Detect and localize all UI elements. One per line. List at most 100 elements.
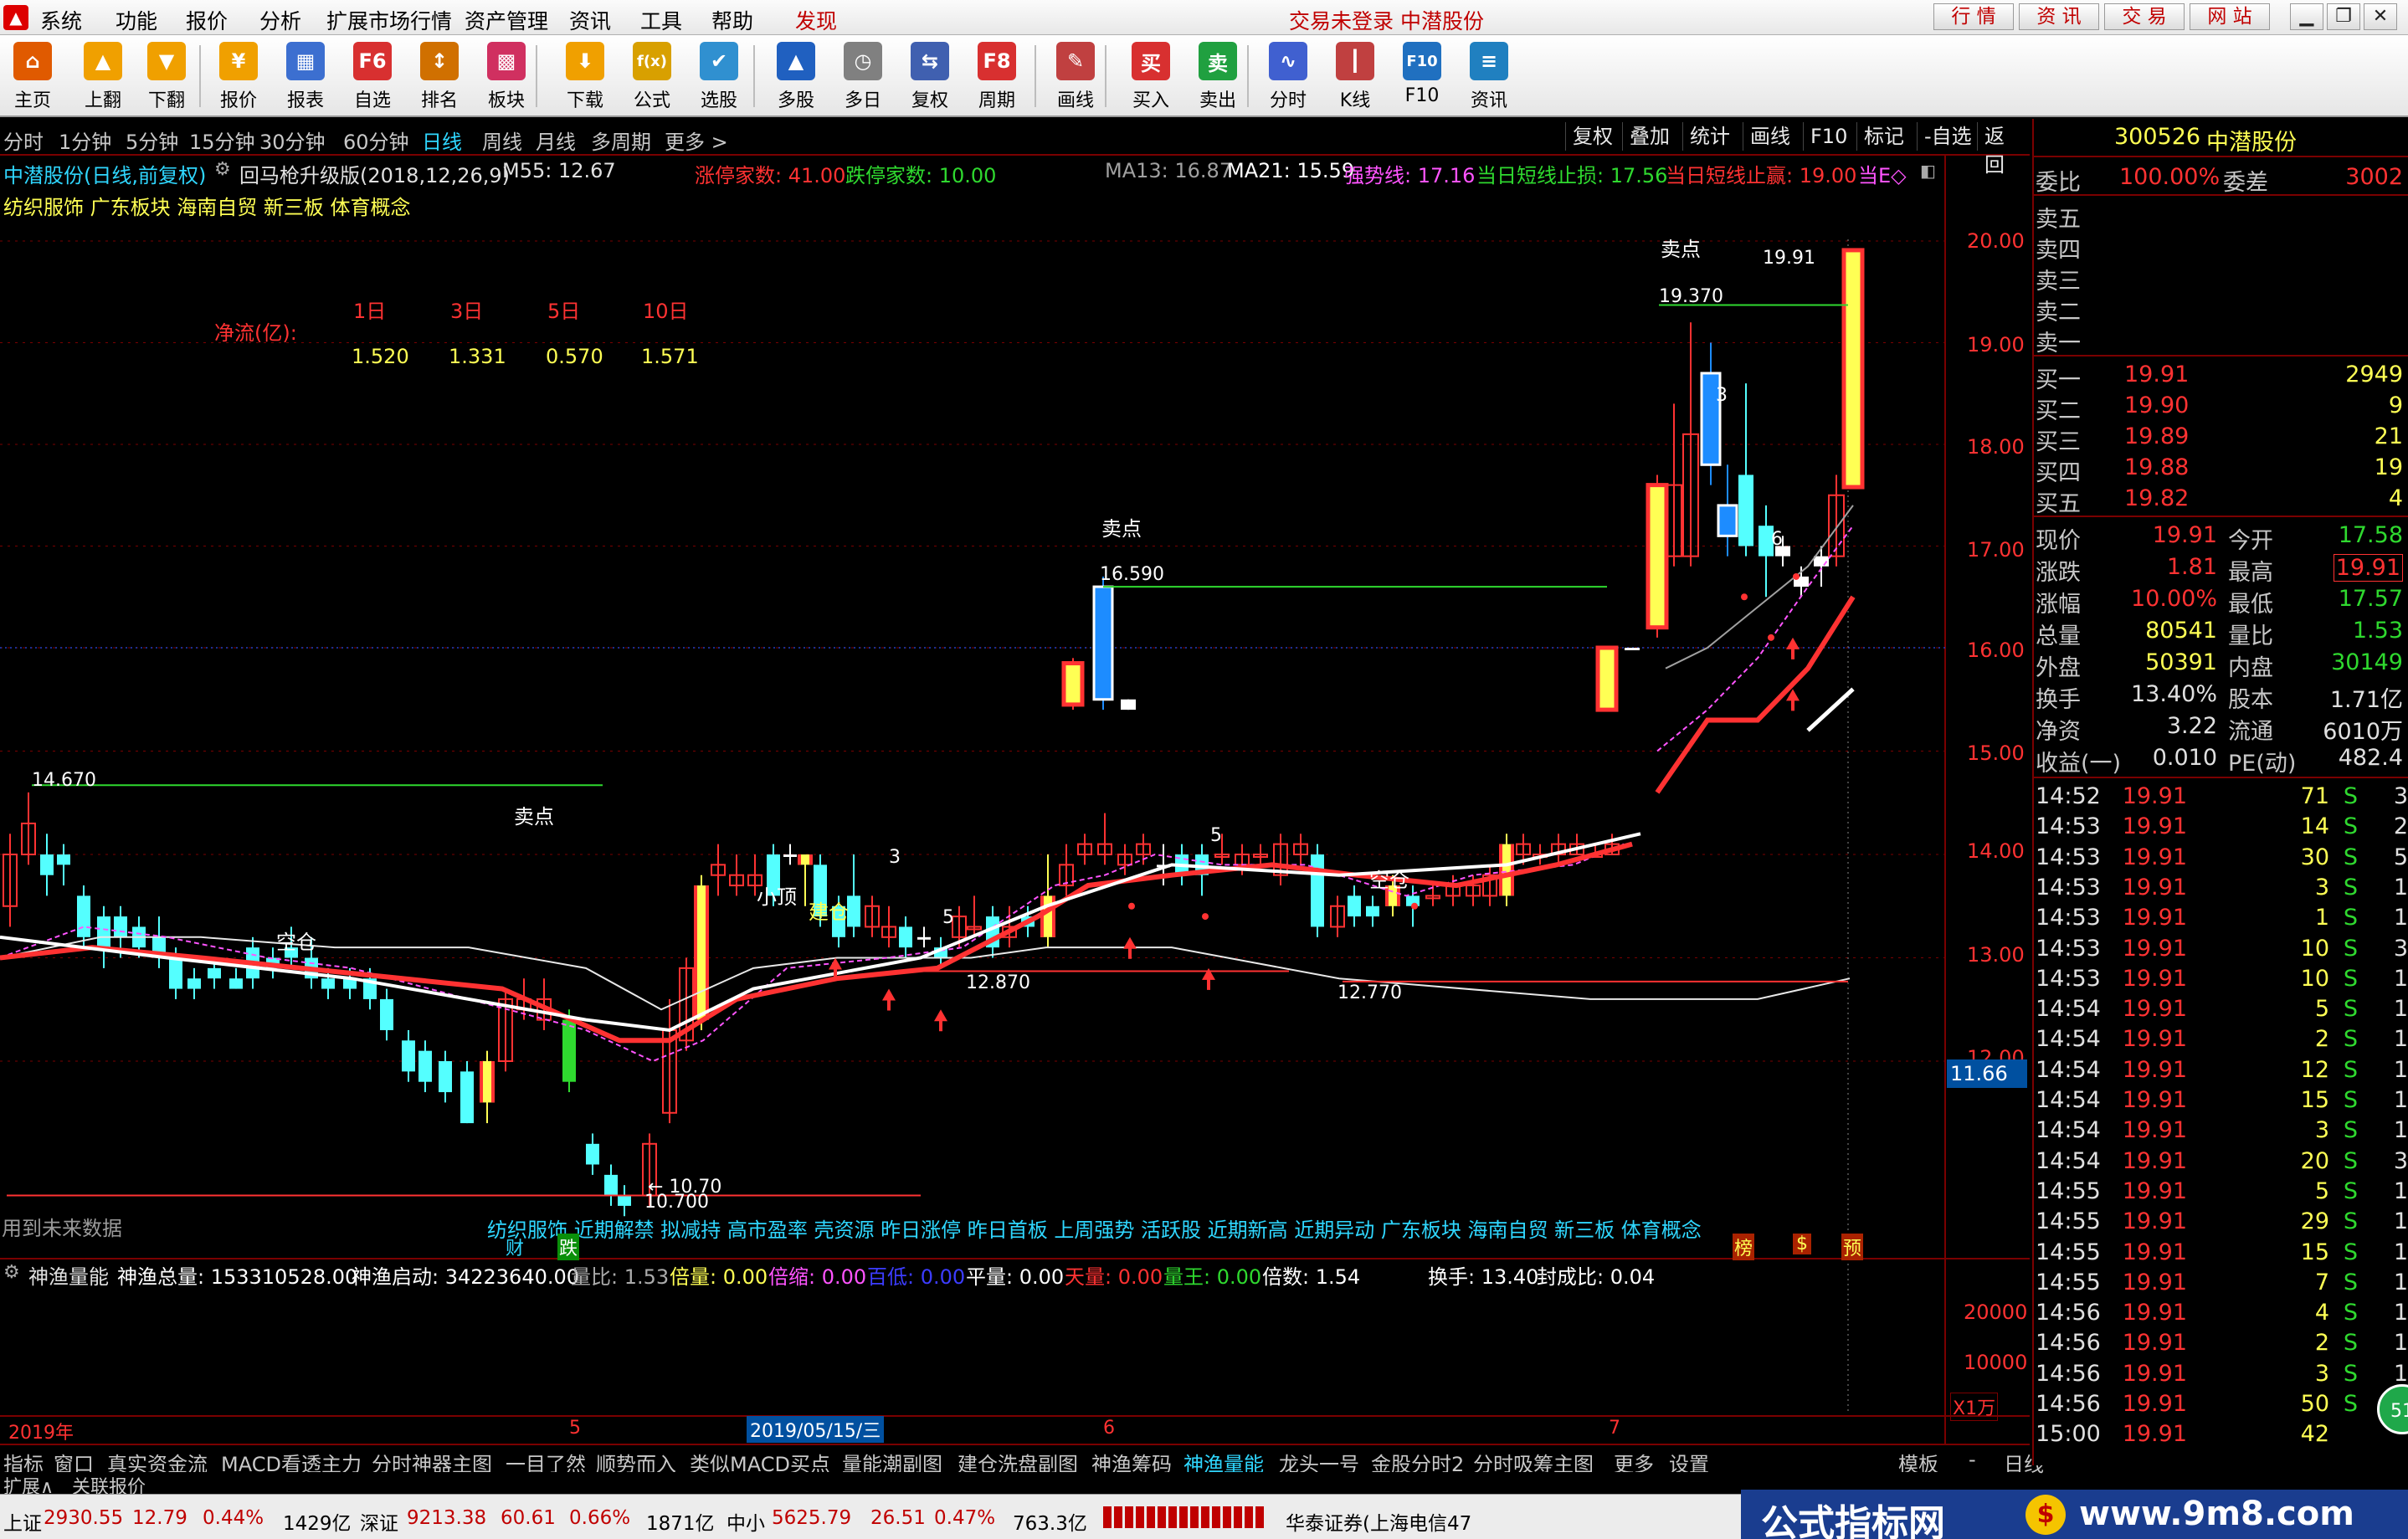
chart-button[interactable]: 画线 xyxy=(1743,122,1797,151)
toolbar-buy-button[interactable]: 买买入 xyxy=(1120,38,1182,114)
stock-header[interactable]: 300526 中潜股份 xyxy=(2034,122,2408,156)
chart-button[interactable]: F10 xyxy=(1803,122,1854,151)
volume-settings-icon[interactable]: ⚙ xyxy=(3,1262,20,1283)
chart-button[interactable]: 统计 xyxy=(1682,122,1737,151)
tick-row[interactable]: 14:56 19.91 2 S 1 xyxy=(2034,1328,2408,1360)
toolbar-ranking-button[interactable]: ↕ 排名 xyxy=(408,38,470,114)
tick-row[interactable]: 14:53 19.91 30 S 5 xyxy=(2034,843,2408,875)
minimize-icon[interactable]: ▁ xyxy=(2290,3,2323,30)
toolbar-report-button[interactable]: ▦ 报表 xyxy=(275,38,336,114)
quote-row[interactable]: 现价 19.91 今开 17.58 xyxy=(2034,521,2408,554)
toolbar-home-button[interactable]: ⌂ 主页 xyxy=(2,38,64,114)
settings-icon[interactable]: ⚙ xyxy=(214,159,231,180)
period-tab[interactable]: 更多 > xyxy=(665,126,728,155)
tick-row[interactable]: 14:54 19.91 20 S 3 xyxy=(2034,1147,2408,1178)
close-icon[interactable]: ✕ xyxy=(2364,3,2397,30)
shanghai-label[interactable]: 上证 xyxy=(3,1507,42,1536)
period-tab[interactable]: 周线 xyxy=(482,126,522,155)
menu-tools[interactable]: 工具 xyxy=(640,5,682,35)
menu-help[interactable]: 帮助 xyxy=(711,5,753,35)
toolbar-intraday-button[interactable]: ∿ 分时 xyxy=(1257,38,1319,114)
tick-row[interactable]: 15:00 19.91 42 xyxy=(2034,1419,2408,1451)
period-tab[interactable]: 60分钟 xyxy=(343,126,409,155)
tick-row[interactable]: 14:52 19.91 71 S 3 xyxy=(2034,782,2408,813)
indicator-name[interactable]: 回马枪升级版(2018,12,26,9) xyxy=(239,159,510,188)
tick-row[interactable]: 14:55 19.91 29 S 1 xyxy=(2034,1207,2408,1239)
ask-row[interactable]: 卖四 xyxy=(2034,230,2408,264)
ask-row[interactable]: 卖二 xyxy=(2034,292,2408,326)
quote-row[interactable]: 收益(一) 0.010 PE(动) 482.4 xyxy=(2034,743,2408,777)
tick-row[interactable]: 14:54 19.91 12 S 1 xyxy=(2034,1055,2408,1087)
toolbar-stock-picker-button[interactable]: ✔ 选股 xyxy=(688,38,750,114)
toolbar-f10-button[interactable]: F10 F10 xyxy=(1391,38,1453,114)
chart-button[interactable]: 复权 xyxy=(1565,122,1620,151)
volume-indicator-name[interactable]: 神渔量能 xyxy=(28,1260,109,1290)
quote-row[interactable]: 净资 3.22 流通 6010万 xyxy=(2034,711,2408,745)
period-tab[interactable]: 5分钟 xyxy=(126,126,178,155)
bid-row[interactable]: 买五 19.82 4 xyxy=(2034,484,2408,517)
toolbar-draw-line-button[interactable]: ✎ 画线 xyxy=(1045,38,1106,114)
chart-button[interactable]: 标记 xyxy=(1856,122,1911,151)
bid-row[interactable]: 买四 19.88 19 xyxy=(2034,453,2408,486)
period-tab[interactable]: 多周期 xyxy=(591,126,651,155)
menu-assets[interactable]: 资产管理 xyxy=(465,5,548,35)
menu-news[interactable]: 资讯 xyxy=(569,5,611,35)
restore-icon[interactable]: ❐ xyxy=(2327,3,2360,30)
period-tab[interactable]: 15分钟 xyxy=(189,126,255,155)
toolbar-sector-button[interactable]: ▩ 板块 xyxy=(475,38,537,114)
btn-info[interactable]: 资 讯 xyxy=(2019,3,2099,30)
tick-row[interactable]: 14:55 19.91 15 S 1 xyxy=(2034,1238,2408,1270)
toolbar-multi-day-button[interactable]: ◷ 多日 xyxy=(832,38,894,114)
ask-row[interactable]: 卖一 xyxy=(2034,323,2408,357)
ask-row[interactable]: 卖五 xyxy=(2034,199,2408,233)
toolbar-adjust-button[interactable]: ⇆ 复权 xyxy=(899,38,961,114)
period-tab[interactable]: 1分钟 xyxy=(59,126,111,155)
toolbar-page-up-button[interactable]: ▲ 上翻 xyxy=(72,38,134,114)
quote-row[interactable]: 涨跌 1.81 最高 19.91 xyxy=(2034,552,2408,586)
tick-row[interactable]: 14:54 19.91 5 S 1 xyxy=(2034,994,2408,1026)
btn-market[interactable]: 行 情 xyxy=(1933,3,2014,30)
menu-analysis[interactable]: 分析 xyxy=(259,5,301,35)
kline-chart[interactable] xyxy=(0,156,2030,1444)
tick-row[interactable]: 14:56 19.91 3 S 1 xyxy=(2034,1359,2408,1391)
tick-row[interactable]: 14:54 19.91 3 S 1 xyxy=(2034,1116,2408,1147)
chart-button[interactable]: 叠加 xyxy=(1622,122,1676,151)
toolbar-watchlist-button[interactable]: F6 自选 xyxy=(341,38,403,114)
tick-row[interactable]: 14:53 19.91 10 S 1 xyxy=(2034,964,2408,996)
menu-discover[interactable]: 发现 xyxy=(795,5,837,35)
toolbar-formula-button[interactable]: f(x) 公式 xyxy=(621,38,683,114)
chart-button[interactable]: 返回 xyxy=(1977,122,2030,177)
sme-label[interactable]: 中小 xyxy=(727,1507,765,1536)
toolbar-multi-stock-button[interactable]: ▲ 多股 xyxy=(765,38,827,114)
toolbar-cycle-button[interactable]: F8 周期 xyxy=(966,38,1028,114)
more-indicator-values[interactable]: 当E◇ xyxy=(1858,159,1907,188)
window-toggle-icon[interactable]: ◧ xyxy=(1920,161,1936,181)
tick-row[interactable]: 14:53 19.91 1 S 1 xyxy=(2034,903,2408,935)
quote-row[interactable]: 外盘 50391 内盘 30149 xyxy=(2034,648,2408,681)
toolbar-sell-button[interactable]: 卖卖出 xyxy=(1187,38,1249,114)
tick-row[interactable]: 14:55 19.91 7 S 1 xyxy=(2034,1268,2408,1300)
tick-row[interactable]: 14:53 19.91 10 S 3 xyxy=(2034,934,2408,966)
tick-row[interactable]: 14:53 19.91 3 S 1 xyxy=(2034,873,2408,905)
bid-row[interactable]: 买三 19.89 21 xyxy=(2034,422,2408,455)
menu-system[interactable]: 系统 xyxy=(40,5,82,35)
period-tab[interactable]: 30分钟 xyxy=(259,126,326,155)
tick-row[interactable]: 14:55 19.91 5 S 1 xyxy=(2034,1177,2408,1208)
quote-row[interactable]: 总量 80541 量比 1.53 xyxy=(2034,616,2408,649)
btn-website[interactable]: 网 站 xyxy=(2190,3,2270,30)
quote-row[interactable]: 涨幅 10.00% 最低 17.57 xyxy=(2034,584,2408,618)
toolbar-page-down-button[interactable]: ▼ 下翻 xyxy=(136,38,198,114)
toolbar-quote-button[interactable]: ¥ 报价 xyxy=(208,38,270,114)
order-ratio-row[interactable]: 委比 100.00% 委差 3002 xyxy=(2034,162,2408,196)
menu-function[interactable]: 功能 xyxy=(116,5,157,35)
tick-row[interactable]: 14:54 19.91 2 S 1 xyxy=(2034,1024,2408,1056)
tick-row[interactable]: 14:56 19.91 4 S 1 xyxy=(2034,1298,2408,1330)
menu-quote[interactable]: 报价 xyxy=(186,5,228,35)
tick-row[interactable]: 14:54 19.91 15 S 1 xyxy=(2034,1085,2408,1117)
ask-row[interactable]: 卖三 xyxy=(2034,261,2408,295)
shenzhen-label[interactable]: 深证 xyxy=(360,1507,398,1536)
tick-row[interactable]: 14:5619.9150S3 xyxy=(2034,1389,2408,1421)
period-tab[interactable]: 月线 xyxy=(536,126,576,155)
bid-row[interactable]: 买一 19.91 2949 xyxy=(2034,360,2408,393)
tab-right-control[interactable]: - xyxy=(1969,1448,1976,1471)
